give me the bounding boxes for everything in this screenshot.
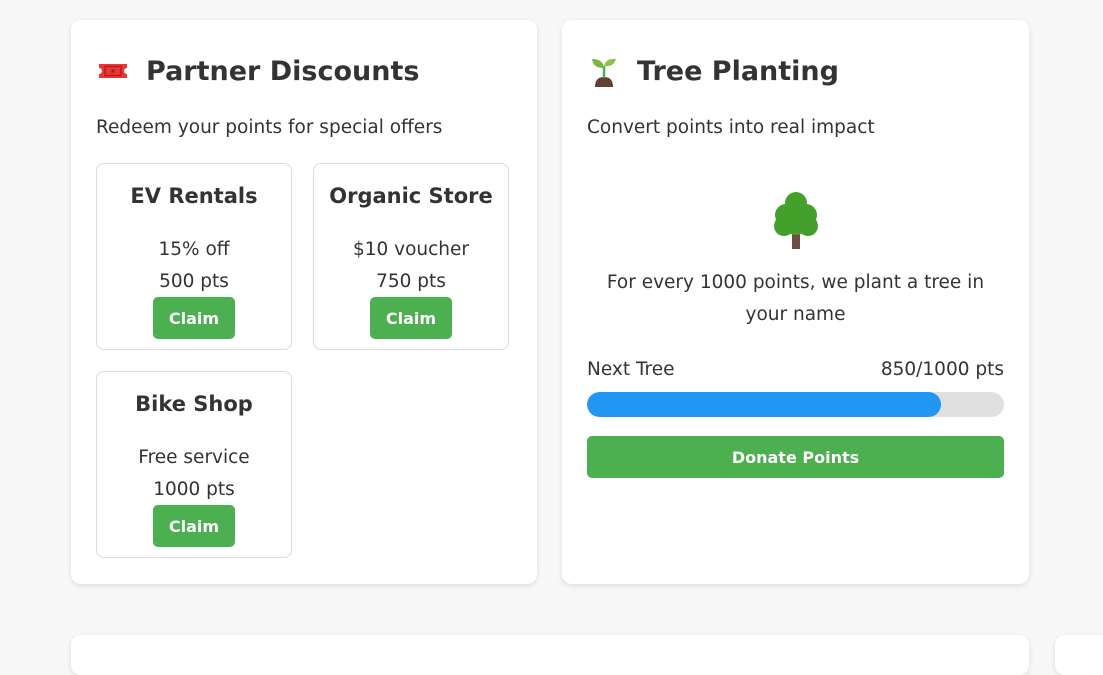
- next-tree-value: 850/1000 pts: [880, 359, 1004, 380]
- seedling-icon: [587, 54, 621, 88]
- tree-planting-subtitle: Convert points into real impact: [587, 117, 875, 138]
- next-tree-progress-fill: [587, 392, 942, 417]
- tree-planting-title: Tree Planting: [637, 55, 839, 87]
- ticket-icon: [96, 54, 130, 88]
- offer-description: $10 voucher: [352, 239, 470, 260]
- tree-icon: [770, 189, 822, 251]
- tree-planting-description: For every 1000 points, we plant a tree i…: [606, 272, 985, 325]
- tree-planting-card: Tree Planting Convert points into real i…: [562, 20, 1029, 584]
- offer-points: 1000 pts: [153, 479, 235, 500]
- offer-name: Bike Shop: [135, 392, 253, 416]
- offer-points: 500 pts: [159, 271, 229, 292]
- partner-discounts-heading: Partner Discounts: [96, 54, 419, 88]
- offer-bike-shop: Bike Shop Free service 1000 pts Claim: [96, 371, 292, 558]
- donate-points-button[interactable]: Donate Points: [587, 436, 1004, 478]
- offer-name: EV Rentals: [130, 184, 258, 208]
- partner-discounts-card: Partner Discounts Redeem your points for…: [71, 20, 537, 584]
- offer-description: Free service: [138, 447, 250, 468]
- partner-discounts-subtitle: Redeem your points for special offers: [96, 117, 443, 138]
- next-tree-progress-bar: [587, 392, 1004, 417]
- next-section-card: [71, 635, 1029, 675]
- next-tree-label: Next Tree: [587, 359, 675, 380]
- partner-discounts-title: Partner Discounts: [146, 55, 420, 87]
- tree-planting-heading: Tree Planting: [587, 54, 839, 88]
- claim-button-ev-rentals[interactable]: Claim: [153, 297, 235, 339]
- offer-points: 750 pts: [376, 271, 446, 292]
- claim-button-bike-shop[interactable]: Claim: [153, 505, 235, 547]
- offer-name: Organic Store: [329, 184, 493, 208]
- offer-description: 15% off: [158, 239, 230, 260]
- offer-ev-rentals: EV Rentals 15% off 500 pts Claim: [96, 163, 292, 350]
- claim-button-organic-store[interactable]: Claim: [370, 297, 452, 339]
- offer-organic-store: Organic Store $10 voucher 750 pts Claim: [313, 163, 509, 350]
- side-section-card: [1055, 635, 1103, 675]
